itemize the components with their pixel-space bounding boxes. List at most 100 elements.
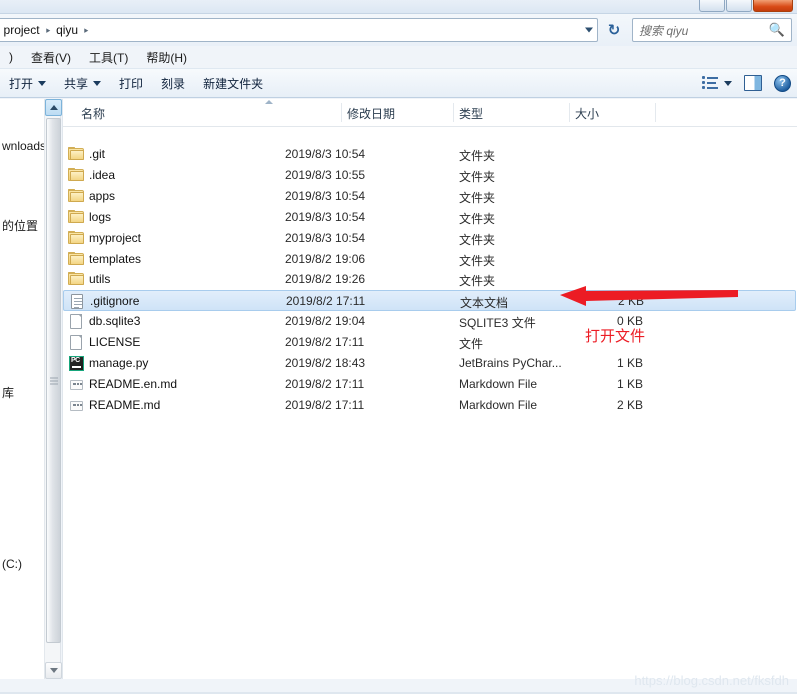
maximize-button[interactable]	[726, 0, 752, 12]
toolbar-print-button[interactable]: 打印	[110, 72, 152, 95]
menu-item-view[interactable]: 查看(V)	[22, 47, 80, 68]
breadcrumb-project[interactable]: project	[0, 23, 44, 37]
file-type: 文件夹	[459, 149, 496, 163]
file-date-modified: 2019/8/3 10:54	[285, 188, 366, 203]
column-divider[interactable]	[655, 103, 656, 122]
file-icon-wrap	[68, 167, 84, 183]
address-bar[interactable]: ▸ project ▸ qiyu ▸	[0, 18, 598, 42]
file-size: 2 KB	[617, 294, 644, 309]
nav-item-downloads[interactable]: wnloads	[2, 139, 44, 153]
file-name: logs	[89, 209, 112, 224]
menu-item-partial[interactable]: )	[0, 48, 22, 66]
scrollbar-thumb[interactable]	[46, 118, 61, 643]
file-name: README.md	[89, 397, 161, 412]
column-divider[interactable]	[453, 103, 454, 122]
navigation-scrollbar[interactable]	[44, 99, 62, 679]
table-row[interactable]: .git 2019/8/3 10:54 文件夹	[63, 144, 796, 165]
close-button[interactable]	[753, 0, 793, 12]
file-date-modified: 2019/8/2 17:11	[286, 294, 366, 309]
table-row[interactable]: logs 2019/8/3 10:54 文件夹	[63, 207, 796, 228]
chevron-down-icon[interactable]	[38, 80, 47, 86]
file-icon-wrap	[68, 209, 84, 225]
column-divider[interactable]	[341, 103, 342, 122]
file-date-modified: 2019/8/3 10:54	[285, 230, 366, 245]
scrollbar-grip-icon	[50, 377, 58, 384]
folder-icon	[68, 209, 84, 224]
toolbar-share-label: 共享	[64, 76, 89, 91]
table-row[interactable]: utils 2019/8/2 19:26 文件夹	[63, 269, 796, 290]
pycharm-file-icon: PC	[69, 356, 84, 371]
table-row[interactable]: README.en.md 2019/8/2 17:11 Markdown File 1…	[63, 374, 796, 395]
chevron-down-icon[interactable]	[724, 80, 732, 86]
minimize-button[interactable]	[699, 0, 725, 12]
table-row[interactable]: LICENSE 2019/8/2 17:11 文件	[63, 332, 796, 353]
column-header-type[interactable]: 类型	[459, 105, 483, 122]
folder-icon	[68, 251, 84, 266]
file-date-modified: 2019/8/3 10:54	[285, 147, 366, 161]
table-row[interactable]: myproject 2019/8/3 10:54 文件夹	[63, 228, 796, 249]
file-name: apps	[89, 188, 116, 203]
file-type: Markdown File	[459, 397, 538, 412]
breadcrumb-separator-icon: ▸	[84, 24, 89, 35]
file-type: 文件夹	[459, 169, 496, 184]
column-header-date-modified[interactable]: 修改日期	[347, 105, 395, 122]
toolbar-burn-button[interactable]: 刻录	[152, 72, 194, 95]
views-icon[interactable]	[702, 75, 720, 91]
markdown-file-icon	[70, 400, 83, 411]
nav-item-local-disk-c[interactable]: (C:)	[2, 557, 22, 571]
toolbar-open-label: 打开	[9, 76, 34, 91]
search-icon: 🔍	[768, 22, 785, 37]
nav-item-recent-places[interactable]: 的位置	[2, 217, 38, 234]
table-row[interactable]: apps 2019/8/3 10:54 文件夹	[63, 186, 796, 207]
table-row[interactable]: PC manage.py 2019/8/2 18:43 JetBrains PyCha…	[63, 353, 796, 374]
refresh-button[interactable]: ↻	[602, 18, 626, 42]
chevron-down-icon[interactable]	[93, 80, 102, 86]
scroll-down-button[interactable]	[45, 662, 62, 679]
file-date-modified: 2019/8/2 17:11	[285, 397, 365, 412]
column-header-name[interactable]: 名称	[81, 105, 105, 122]
column-divider[interactable]	[569, 103, 570, 122]
breadcrumb-qiyu[interactable]: qiyu	[52, 23, 82, 37]
file-icon-wrap	[68, 272, 84, 287]
file-type: 文本文档	[460, 296, 509, 311]
table-row[interactable]: .idea 2019/8/3 10:55 文件夹	[63, 165, 796, 186]
toolbar-new-folder-button[interactable]: 新建文件夹	[194, 72, 272, 95]
folder-icon	[68, 147, 84, 161]
file-name: .idea	[89, 167, 116, 182]
menu-item-help[interactable]: 帮助(H)	[137, 47, 196, 68]
watermark-text: https://blog.csdn.net/fksfdh	[634, 673, 789, 688]
chevron-down-icon	[49, 668, 58, 673]
file-icon-wrap	[68, 147, 84, 162]
file-icon-wrap	[68, 188, 84, 204]
chevron-down-icon[interactable]	[585, 27, 593, 33]
file-date-modified: 2019/8/2 19:26	[285, 272, 366, 287]
nav-item-libraries[interactable]: 库	[2, 384, 14, 401]
folder-icon	[68, 230, 84, 245]
file-name: README.en.md	[89, 376, 178, 391]
file-size: 1 KB	[616, 356, 643, 370]
toolbar-right-group: ?	[702, 74, 791, 92]
file-type: JetBrains PyChar...	[459, 356, 562, 370]
toolbar-share-button[interactable]: 共享	[55, 72, 110, 95]
file-name: .git	[89, 147, 106, 161]
file-date-modified: 2019/8/2 19:04	[285, 314, 366, 329]
table-row[interactable]: .gitignore 2019/8/2 17:11 文本文档 2 KB	[63, 290, 796, 312]
toolbar-open-button[interactable]: 打开	[0, 72, 55, 95]
file-name: .gitignore	[90, 294, 140, 309]
search-box[interactable]: 搜索 qiyu 🔍	[632, 18, 792, 42]
menu-item-tools[interactable]: 工具(T)	[80, 47, 137, 68]
folder-icon	[68, 188, 84, 203]
file-type: 文件夹	[459, 211, 496, 226]
scroll-up-button[interactable]	[45, 99, 62, 116]
file-icon-wrap	[68, 251, 84, 267]
table-row[interactable]: db.sqlite3 2019/8/2 19:04 SQLITE3 文件 0 KB	[63, 311, 796, 332]
toolbar-burn-label: 刻录	[161, 76, 186, 91]
help-icon[interactable]: ?	[774, 74, 791, 92]
column-header-size[interactable]: 大小	[575, 105, 599, 122]
file-size: 2 KB	[616, 397, 643, 412]
search-input[interactable]: 搜索 qiyu	[639, 22, 769, 39]
table-row[interactable]: templates 2019/8/2 19:06 文件夹	[63, 249, 796, 270]
preview-pane-icon[interactable]	[744, 75, 762, 91]
chevron-up-icon	[49, 105, 58, 110]
table-row[interactable]: README.md 2019/8/2 17:11 Markdown File 2 KB	[63, 395, 796, 416]
